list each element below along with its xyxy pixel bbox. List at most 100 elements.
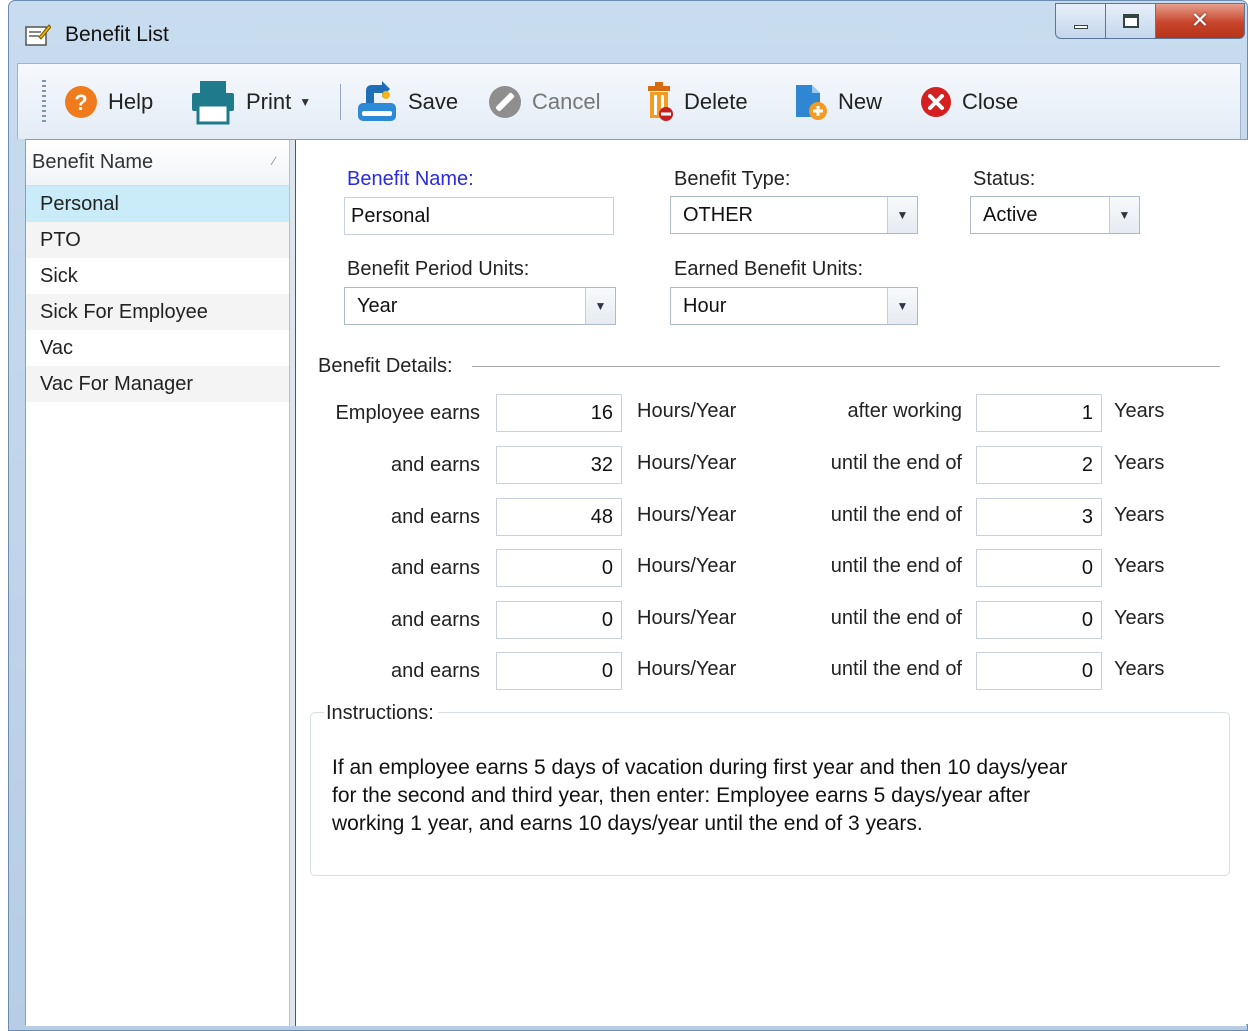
title-bar[interactable]: Benefit List ✕ bbox=[9, 1, 1247, 63]
minimize-button[interactable] bbox=[1055, 3, 1105, 39]
detail-row: and earns 0 Hours/Year until the end of … bbox=[296, 549, 1246, 589]
cancel-button[interactable]: Cancel bbox=[488, 82, 600, 122]
instructions-line: working 1 year, and earns 10 days/year u… bbox=[332, 812, 923, 835]
earns-prefix-label: and earns bbox=[391, 506, 480, 528]
benefit-list: Benefit Name ∕ Personal PTO Sick Sick Fo… bbox=[26, 140, 290, 1026]
trash-icon bbox=[648, 82, 673, 121]
earn-unit-label: Hours/Year bbox=[637, 607, 737, 629]
delete-button[interactable]: Delete bbox=[644, 82, 748, 122]
earn-amount-input[interactable]: 0 bbox=[496, 549, 622, 587]
years-unit-label: Years bbox=[1114, 555, 1165, 577]
earn-amount-input[interactable]: 16 bbox=[496, 394, 622, 432]
instructions-line: If an employee earns 5 days of vacation … bbox=[332, 756, 1068, 779]
cancel-label: Cancel bbox=[532, 89, 601, 114]
window-controls: ✕ bbox=[1055, 3, 1245, 39]
status-label: Status: bbox=[973, 168, 1036, 190]
close-icon bbox=[921, 87, 951, 117]
new-label: New bbox=[838, 89, 883, 114]
help-button[interactable]: ? Help bbox=[64, 82, 153, 122]
condition-label: until the end of bbox=[830, 607, 962, 629]
benefit-type-label: Benefit Type: bbox=[674, 168, 791, 190]
benefit-name-label: Benefit Name: bbox=[347, 168, 474, 190]
benefit-name-input[interactable]: Personal bbox=[344, 197, 614, 235]
detail-row: and earns 48 Hours/Year until the end of… bbox=[296, 498, 1246, 538]
print-button[interactable]: Print ▼ bbox=[190, 81, 311, 125]
earns-prefix-label: and earns bbox=[391, 454, 480, 476]
years-input[interactable]: 0 bbox=[976, 652, 1102, 690]
save-icon bbox=[358, 81, 396, 121]
chevron-down-icon[interactable]: ▼ bbox=[887, 197, 917, 233]
benefit-type-value: OTHER bbox=[683, 203, 753, 226]
list-header-benefit-name[interactable]: Benefit Name ∕ bbox=[26, 140, 289, 186]
list-item[interactable]: Sick For Employee bbox=[26, 294, 289, 330]
years-unit-label: Years bbox=[1114, 607, 1165, 629]
chevron-down-icon[interactable]: ▼ bbox=[1109, 197, 1139, 233]
period-units-select[interactable]: Year ▼ bbox=[344, 287, 616, 325]
earn-amount-input[interactable]: 48 bbox=[496, 498, 622, 536]
help-icon: ? bbox=[65, 86, 97, 118]
maximize-button[interactable] bbox=[1105, 3, 1155, 39]
earns-prefix-label: and earns bbox=[391, 660, 480, 682]
earn-amount-input[interactable]: 0 bbox=[496, 601, 622, 639]
earned-units-select[interactable]: Hour ▼ bbox=[670, 287, 918, 325]
cancel-icon bbox=[489, 86, 521, 118]
svg-text:?: ? bbox=[74, 90, 87, 115]
close-label: Close bbox=[962, 89, 1019, 114]
earn-amount-input[interactable]: 32 bbox=[496, 446, 622, 484]
earned-units-value: Hour bbox=[683, 294, 727, 317]
period-units-label: Benefit Period Units: bbox=[347, 258, 530, 280]
list-item[interactable]: Personal bbox=[26, 186, 289, 222]
benefit-details-divider bbox=[472, 366, 1220, 367]
toolbar-grip[interactable] bbox=[42, 80, 46, 124]
instructions-label: Instructions: bbox=[324, 702, 438, 725]
condition-label: after working bbox=[847, 400, 963, 422]
delete-label: Delete bbox=[684, 89, 748, 114]
years-input[interactable]: 1 bbox=[976, 394, 1102, 432]
status-select[interactable]: Active ▼ bbox=[970, 196, 1140, 234]
content-area: Benefit Name ∕ Personal PTO Sick Sick Fo… bbox=[25, 139, 1248, 1026]
earn-unit-label: Hours/Year bbox=[637, 452, 737, 474]
detail-row: Employee earns 16 Hours/Year after worki… bbox=[296, 394, 1246, 434]
new-button[interactable]: New bbox=[794, 82, 882, 122]
years-input[interactable]: 3 bbox=[976, 498, 1102, 536]
benefit-details-label: Benefit Details: bbox=[318, 355, 453, 377]
list-item[interactable]: Vac bbox=[26, 330, 289, 366]
chevron-down-icon[interactable]: ▼ bbox=[585, 288, 615, 324]
window-close-button[interactable]: ✕ bbox=[1155, 3, 1245, 39]
print-dropdown-icon[interactable]: ▼ bbox=[299, 95, 311, 109]
years-unit-label: Years bbox=[1114, 504, 1165, 526]
earned-units-label: Earned Benefit Units: bbox=[674, 258, 863, 280]
earns-prefix-label: and earns bbox=[391, 609, 480, 631]
years-input[interactable]: 2 bbox=[976, 446, 1102, 484]
sort-icon: ∕ bbox=[272, 154, 275, 168]
benefit-detail-panel: Benefit Name: Personal Benefit Type: OTH… bbox=[296, 140, 1246, 1026]
list-item[interactable]: PTO bbox=[26, 222, 289, 258]
close-x-icon: ✕ bbox=[1190, 8, 1210, 34]
years-input[interactable]: 0 bbox=[976, 601, 1102, 639]
condition-label: until the end of bbox=[830, 452, 962, 474]
save-label: Save bbox=[408, 89, 459, 114]
help-label: Help bbox=[108, 89, 154, 114]
close-button[interactable]: Close bbox=[920, 82, 1018, 122]
chevron-down-icon[interactable]: ▼ bbox=[887, 288, 917, 324]
earn-amount-input[interactable]: 0 bbox=[496, 652, 622, 690]
earn-unit-label: Hours/Year bbox=[637, 555, 737, 577]
detail-row: and earns 0 Hours/Year until the end of … bbox=[296, 601, 1246, 641]
years-input[interactable]: 0 bbox=[976, 549, 1102, 587]
list-item[interactable]: Sick bbox=[26, 258, 289, 294]
list-header-label: Benefit Name bbox=[32, 151, 154, 173]
earns-prefix-label: Employee earns bbox=[335, 402, 480, 424]
years-unit-label: Years bbox=[1114, 658, 1165, 680]
condition-label: until the end of bbox=[830, 658, 962, 680]
toolbar-separator bbox=[340, 84, 341, 120]
print-label: Print bbox=[246, 89, 292, 114]
detail-row: and earns 0 Hours/Year until the end of … bbox=[296, 652, 1246, 692]
condition-label: until the end of bbox=[830, 555, 962, 577]
condition-label: until the end of bbox=[830, 504, 962, 526]
list-item[interactable]: Vac For Manager bbox=[26, 366, 289, 402]
save-button[interactable]: Save bbox=[356, 81, 459, 122]
benefit-type-select[interactable]: OTHER ▼ bbox=[670, 196, 918, 234]
status-value: Active bbox=[983, 203, 1038, 226]
toolbar: ? Help Print ▼ Save Cancel Delete New Cl… bbox=[17, 63, 1241, 139]
detail-row: and earns 32 Hours/Year until the end of… bbox=[296, 446, 1246, 486]
